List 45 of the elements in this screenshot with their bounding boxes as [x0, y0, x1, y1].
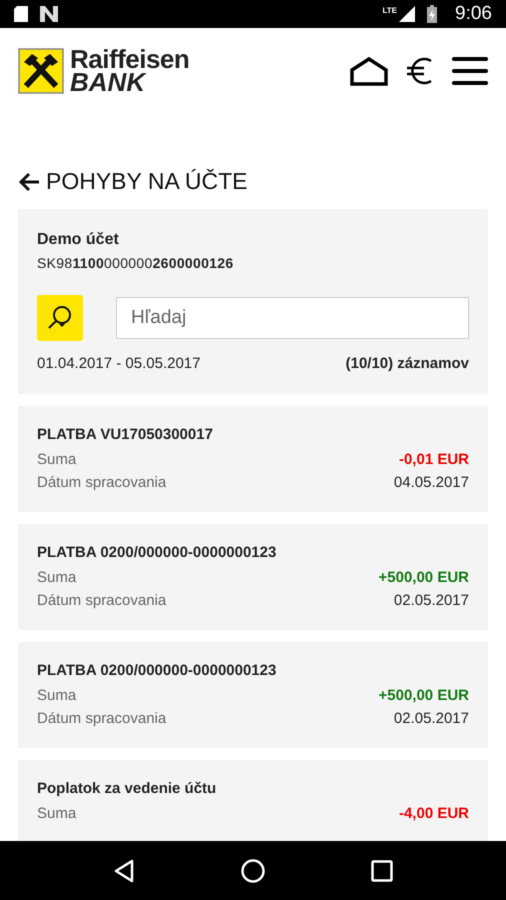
- n-logo-icon: [40, 6, 58, 22]
- date-label: Dátum spracovania: [37, 591, 166, 611]
- clock: 9:06: [455, 3, 492, 25]
- search-icon: [47, 305, 73, 331]
- transaction-card[interactable]: PLATBA VU17050300017 Suma -0,01 EUR Dátum spracovania 04.05.2017: [18, 406, 488, 512]
- page-title: POHYBY NA ÚČTE: [46, 168, 248, 195]
- transaction-card[interactable]: PLATBA 0200/000000-0000000123 Suma +500,00 EUR Dátum spracovania 02.05.2017: [18, 642, 488, 748]
- processing-date: 04.05.2017: [394, 473, 469, 493]
- search-field[interactable]: Hľadaj: [116, 297, 469, 339]
- amount: -0,01 EUR: [398, 450, 469, 470]
- logo-text: BANK: [70, 71, 146, 94]
- amount: +500,00 EUR: [378, 568, 469, 588]
- euro-icon[interactable]: [406, 56, 434, 86]
- processing-date: 02.05.2017: [394, 709, 469, 729]
- date-label: Dátum spracovania: [37, 709, 166, 729]
- logo-text: Raiffeisen: [70, 48, 190, 71]
- transaction-title: PLATBA VU17050300017: [37, 426, 214, 443]
- amount-label: Suma: [37, 568, 76, 588]
- transaction-title: PLATBA 0200/000000-0000000123: [37, 662, 278, 679]
- amount: +500,00 EUR: [378, 686, 469, 706]
- transaction-title: Poplatok za vedenie účtu: [37, 780, 218, 797]
- amount-label: Suma: [37, 804, 76, 824]
- back-icon[interactable]: [113, 858, 135, 882]
- menu-icon[interactable]: [452, 56, 488, 86]
- amount: -4,00 EUR: [398, 804, 469, 824]
- transaction-card[interactable]: Poplatok za vedenie účtu Suma -4,00 EUR: [18, 760, 488, 841]
- logo-icon: [18, 48, 64, 94]
- amount-label: Suma: [37, 450, 76, 470]
- amount-label: Suma: [37, 686, 76, 706]
- account-name: Demo účet: [37, 231, 120, 249]
- sd-card-icon: [14, 6, 28, 22]
- network-type: LTE: [382, 6, 398, 15]
- date-range: 01.04.2017 - 05.05.2017: [37, 355, 200, 372]
- record-count: (10/10) záznamov: [346, 355, 469, 372]
- processing-date: 02.05.2017: [394, 591, 469, 611]
- account-number: SK9811000000002600000126: [37, 255, 234, 271]
- battery-icon: [427, 5, 438, 23]
- search-button[interactable]: [37, 295, 83, 341]
- date-label: Dátum spracovania: [37, 473, 166, 493]
- back-arrow-icon[interactable]: [18, 172, 40, 192]
- transaction-title: PLATBA 0200/000000-0000000123: [37, 544, 278, 561]
- transaction-card[interactable]: PLATBA 0200/000000-0000000123 Suma +500,00 EUR Dátum spracovania 02.05.2017: [18, 524, 488, 630]
- home-icon[interactable]: [350, 56, 388, 86]
- signal-icon: [399, 6, 416, 22]
- overview-icon[interactable]: [371, 860, 393, 882]
